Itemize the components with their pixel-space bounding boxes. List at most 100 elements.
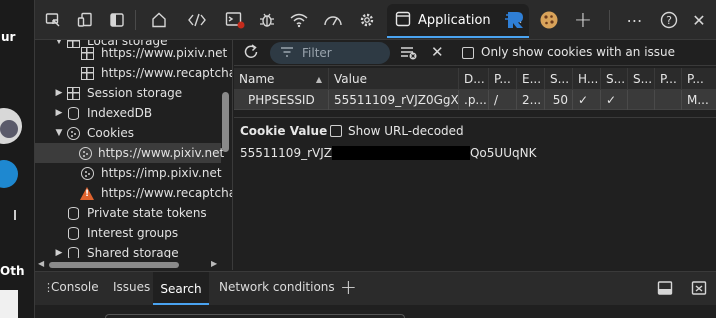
sidebar-item-local-recaptcha[interactable]: https://www.recaptcha bbox=[35, 63, 233, 83]
cookie-value-text[interactable]: 55511109_rVJZ Qo5UUqNK bbox=[240, 146, 536, 160]
collapse-arrow-icon[interactable]: ▶ bbox=[53, 108, 65, 118]
column-header-httponly[interactable]: H... bbox=[572, 68, 600, 90]
close-devtools-icon[interactable]: ✕ bbox=[687, 8, 711, 32]
home-icon[interactable] bbox=[147, 8, 171, 32]
console-icon[interactable] bbox=[223, 8, 247, 32]
drawer-tab-issues[interactable]: Issues bbox=[113, 280, 150, 294]
sidebar-item-cookies-recaptcha[interactable]: https://www.recaptcha bbox=[35, 183, 233, 203]
clear-all-cookies-icon[interactable] bbox=[400, 45, 418, 64]
column-header-path[interactable]: P... bbox=[488, 68, 516, 90]
filter-input[interactable]: Filter bbox=[270, 42, 390, 64]
column-header-domain[interactable]: D... bbox=[458, 68, 488, 90]
network-icon[interactable] bbox=[287, 8, 311, 32]
sidebar-item-label: Cookies bbox=[87, 126, 134, 140]
cell-size: 50 bbox=[544, 90, 572, 110]
scroll-left-arrow-icon[interactable]: ◀ bbox=[38, 259, 44, 268]
sidebar-item-session-storage[interactable]: ▶ Session storage bbox=[35, 83, 183, 103]
cookies-table-header: Name ▲ Value D... P... E... S... H... S.… bbox=[234, 68, 716, 90]
column-header-value[interactable]: Value bbox=[328, 68, 458, 90]
page-white-block bbox=[0, 290, 18, 318]
column-header-partition[interactable]: P... bbox=[654, 68, 681, 90]
sidebar-item-cookies-imp-pixiv[interactable]: https://imp.pixiv.net bbox=[35, 163, 222, 183]
cookies-toolbar: Filter ✕ Only show cookies with an issue bbox=[234, 40, 716, 66]
inspect-icon[interactable] bbox=[41, 8, 65, 32]
performance-icon[interactable] bbox=[321, 8, 345, 32]
add-drawer-tab-icon[interactable]: + bbox=[340, 275, 357, 299]
table-row[interactable]: PHPSESSID 55511109_rVJZ0GgXjt... .p... /… bbox=[234, 90, 716, 110]
sidebar-item-local-pixiv[interactable]: https://www.pixiv.net bbox=[35, 43, 227, 63]
scroll-right-arrow-icon[interactable]: ▶ bbox=[211, 259, 217, 268]
expand-arrow-icon[interactable]: ▼ bbox=[53, 128, 65, 138]
tab-application-label: Application bbox=[418, 13, 491, 28]
search-input[interactable] bbox=[105, 314, 405, 318]
cookie-value-title: Cookie Value bbox=[240, 124, 328, 138]
column-header-priority[interactable]: P... bbox=[681, 68, 716, 90]
application-icon bbox=[395, 11, 411, 30]
debug-icon[interactable] bbox=[255, 8, 279, 32]
sidebar-vertical-scrollbar[interactable] bbox=[222, 92, 229, 152]
sidebar-item-indexeddb[interactable]: ▶ IndexedDB bbox=[35, 103, 153, 123]
column-header-samesite[interactable]: S... bbox=[627, 68, 654, 90]
collapse-arrow-icon[interactable]: ▶ bbox=[53, 248, 65, 258]
delete-selected-icon[interactable]: ✕ bbox=[431, 43, 444, 61]
cookie-value-pane: Cookie Value Show URL-decoded 55511109_r… bbox=[234, 120, 716, 270]
filter-placeholder: Filter bbox=[302, 46, 332, 60]
sidebar-item-interest-groups[interactable]: Interest groups bbox=[35, 223, 178, 243]
drawer-tab-search[interactable]: Search bbox=[153, 272, 209, 305]
page-avatar[interactable] bbox=[0, 108, 22, 144]
more-icon[interactable]: ⋯ bbox=[623, 8, 647, 32]
refresh-icon[interactable] bbox=[242, 43, 260, 64]
devtools-toolbar: Application ✕ + ⋯ ? ✕ bbox=[35, 0, 716, 40]
active-tab-underline bbox=[387, 36, 529, 38]
sidebar-item-label: https://www.recaptcha bbox=[101, 186, 233, 200]
show-url-decoded-label: Show URL-decoded bbox=[348, 124, 464, 138]
cookie-icon bbox=[79, 165, 95, 181]
column-header-size[interactable]: S... bbox=[544, 68, 572, 90]
toolbar-divider-right bbox=[609, 10, 610, 30]
sidebar-item-label: https://www.pixiv.net bbox=[101, 46, 228, 60]
cell-partition bbox=[654, 90, 681, 110]
drawer-tab-network-conditions[interactable]: Network conditions bbox=[219, 280, 335, 294]
partial-row-text bbox=[334, 110, 454, 114]
cookie-icon bbox=[79, 145, 92, 161]
cell-name: PHPSESSID bbox=[248, 93, 315, 107]
table-row-partial[interactable] bbox=[234, 110, 716, 118]
column-header-name[interactable]: Name ▲ bbox=[234, 68, 328, 90]
toolbar-divider bbox=[135, 10, 136, 30]
application-sidebar: ▼ Local storage https://www.pixiv.net ht… bbox=[35, 40, 233, 270]
sidebar-item-label: Interest groups bbox=[87, 226, 179, 240]
close-drawer-icon[interactable] bbox=[691, 280, 707, 299]
sources-icon[interactable] bbox=[185, 8, 209, 32]
dock-drawer-icon[interactable] bbox=[657, 280, 673, 299]
sidebar-horizontal-scrollbar[interactable] bbox=[49, 262, 179, 268]
sidebar-item-cookies-pixiv[interactable]: https://www.pixiv.net bbox=[35, 143, 225, 163]
sidebar-item-label: https://imp.pixiv.net bbox=[101, 166, 222, 180]
only-issue-label: Only show cookies with an issue bbox=[481, 45, 676, 59]
sidebar-toggle-icon[interactable] bbox=[105, 8, 129, 32]
drawer-tab-console[interactable]: Console bbox=[51, 280, 99, 294]
sidebar-item-label: https://www.pixiv.net bbox=[98, 146, 225, 160]
collapse-arrow-icon[interactable]: ▶ bbox=[53, 88, 65, 98]
add-tab-icon[interactable]: + bbox=[571, 8, 595, 33]
only-issue-checkbox[interactable] bbox=[462, 47, 474, 59]
sidebar-item-cookies[interactable]: ▼ Cookies bbox=[35, 123, 134, 143]
show-url-decoded-checkbox[interactable] bbox=[330, 125, 342, 137]
show-url-decoded-toggle[interactable]: Show URL-decoded bbox=[330, 124, 464, 138]
help-icon[interactable]: ? bbox=[657, 8, 681, 32]
sidebar-item-label: https://www.recaptcha bbox=[101, 66, 233, 80]
column-header-expires[interactable]: E... bbox=[516, 68, 544, 90]
page-marker bbox=[14, 210, 16, 220]
cell-value: 55511109_rVJZ0GgXjt... bbox=[328, 90, 458, 110]
column-header-secure[interactable]: S... bbox=[600, 68, 627, 90]
extension-r-icon[interactable] bbox=[503, 8, 529, 32]
sidebar-item-private-state-tokens[interactable]: Private state tokens bbox=[35, 203, 207, 223]
sidebar-item-label: Session storage bbox=[87, 86, 183, 100]
settings-gear-icon[interactable] bbox=[355, 8, 379, 32]
cookies-panel: Filter ✕ Only show cookies with an issue… bbox=[234, 40, 716, 270]
warning-icon bbox=[79, 185, 95, 201]
device-emulation-icon[interactable] bbox=[73, 8, 97, 32]
cookie-extension-icon[interactable] bbox=[537, 8, 561, 32]
page-text-top: ur bbox=[1, 30, 16, 44]
page-blue-circle[interactable] bbox=[0, 160, 18, 188]
devtools-panel: Application ✕ + ⋯ ? ✕ ▼ Local storage ht… bbox=[34, 0, 716, 318]
